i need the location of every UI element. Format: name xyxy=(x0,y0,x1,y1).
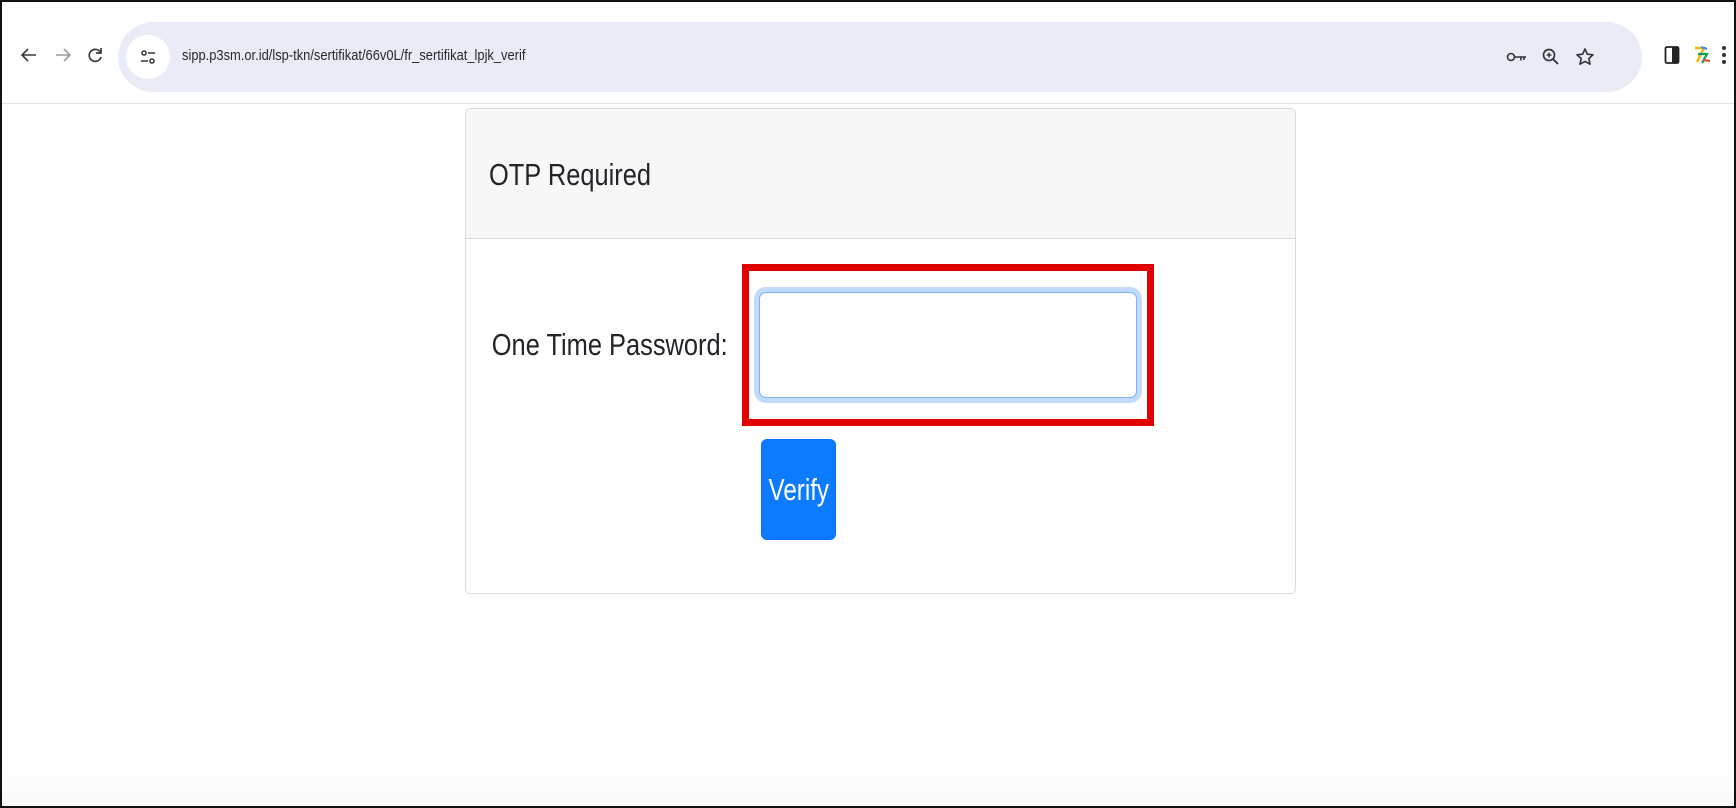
bookmark-button[interactable] xyxy=(1572,44,1598,70)
browser-menu-button[interactable] xyxy=(1716,41,1732,69)
otp-label-container: One Time Password: xyxy=(2,2,848,806)
star-icon xyxy=(1576,48,1594,65)
otp-input[interactable] xyxy=(759,292,1137,398)
password-key-button[interactable] xyxy=(1504,44,1530,70)
zoom-icon xyxy=(1542,48,1559,65)
extension-button[interactable] xyxy=(1688,41,1716,69)
side-panel-icon xyxy=(1664,46,1680,64)
otp-label: One Time Password: xyxy=(492,327,728,362)
side-panel-button[interactable] xyxy=(1658,41,1686,69)
page-bottom xyxy=(2,746,1734,806)
key-icon xyxy=(1506,52,1526,62)
more-vert-icon xyxy=(1722,46,1726,64)
browser-window: sipp.p3sm.or.id/lsp-tkn/sertifikat/66v0L… xyxy=(0,0,1736,808)
verify-button[interactable]: Verify xyxy=(761,439,836,540)
extension-icon xyxy=(1695,46,1711,64)
zoom-button[interactable] xyxy=(1538,44,1564,70)
verify-button-label: Verify xyxy=(768,471,829,507)
